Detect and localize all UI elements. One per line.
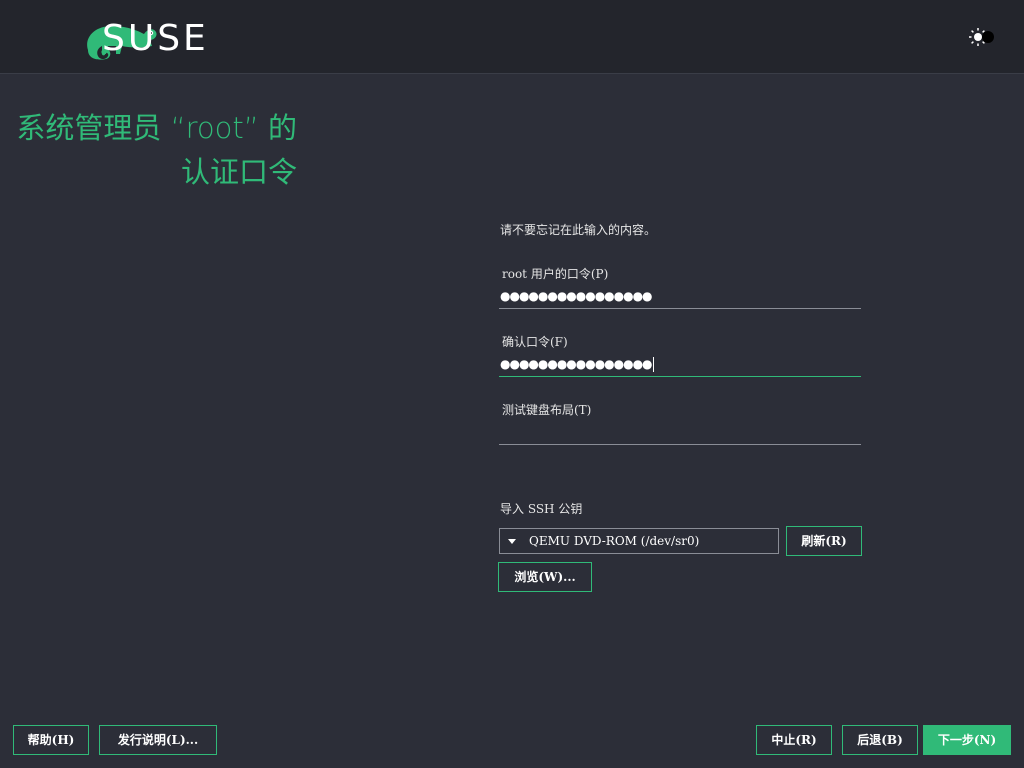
keyboard-test-label: 测试键盘布局(T) — [502, 403, 592, 417]
keyboard-test-underline — [499, 444, 861, 445]
confirm-password-underline — [499, 376, 861, 377]
page-title-line1: 系统管理员 “root” 的 — [16, 111, 297, 145]
ssh-device-select[interactable]: QEMU DVD-ROM (/dev/sr0) — [499, 528, 779, 554]
password-label: root 用户的口令(P) — [502, 267, 609, 281]
password-value: ●●●●●●●●●●●●●●●● — [500, 289, 653, 303]
page-title: 系统管理员 “root” 的 认证口令 — [10, 106, 297, 194]
confirm-password-value: ●●●●●●●●●●●●●●●● — [500, 357, 653, 371]
password-underline — [499, 308, 861, 309]
browse-button[interactable]: 浏览(W)... — [498, 562, 592, 592]
abort-button[interactable]: 中止(R) — [756, 725, 832, 755]
next-button[interactable]: 下一步(N) — [923, 725, 1011, 755]
top-bar: SUSE — [0, 0, 1024, 74]
help-button[interactable]: 帮助(H) — [13, 725, 89, 755]
password-field[interactable]: ●●●●●●●●●●●●●●●● — [500, 285, 860, 307]
ssh-device-value: QEMU DVD-ROM (/dev/sr0) — [529, 534, 700, 548]
page-title-line2: 认证口令 — [180, 155, 297, 189]
confirm-password-field[interactable]: ●●●●●●●●●●●●●●●● — [500, 353, 860, 375]
brand-name: SUSE — [102, 18, 209, 59]
text-caret — [652, 357, 654, 372]
back-button[interactable]: 后退(B) — [842, 725, 918, 755]
refresh-button[interactable]: 刷新(R) — [786, 526, 862, 556]
confirm-password-label: 确认口令(F) — [502, 335, 568, 349]
keyboard-test-field[interactable] — [500, 421, 860, 443]
dropdown-arrow-icon — [508, 539, 516, 544]
theme-toggle-icon[interactable] — [968, 26, 998, 48]
ssh-import-label: 导入 SSH 公钥 — [500, 502, 583, 516]
release-notes-button[interactable]: 发行说明(L)... — [99, 725, 217, 755]
notice-text: 请不要忘记在此输入的内容。 — [500, 223, 657, 237]
